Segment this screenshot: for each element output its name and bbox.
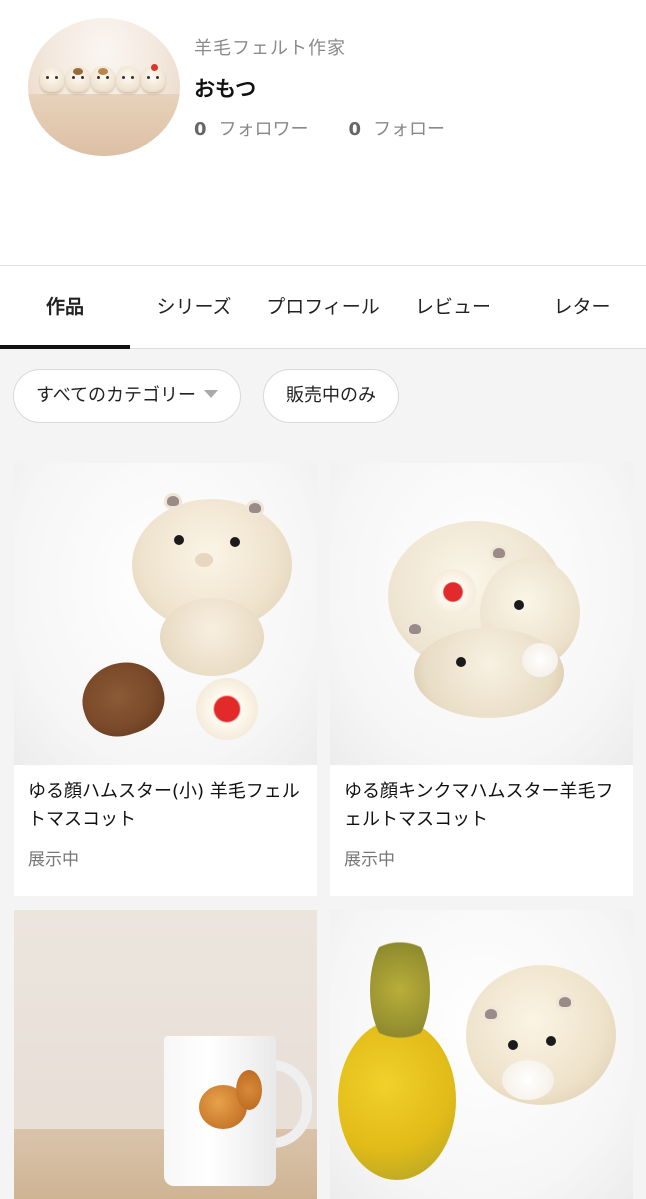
avatar-hamster-figure xyxy=(116,66,140,92)
profile-header: 羊毛フェルト作家 おもつ 0 フォロワー 0 フォロー xyxy=(0,0,646,265)
product-image[interactable] xyxy=(14,463,317,765)
profile-role: 羊毛フェルト作家 xyxy=(194,38,346,59)
product-card[interactable]: ゆる顔キンクマハムスター羊毛フェルトマスコット 展示中 xyxy=(330,463,633,896)
avatar-hamster-figure xyxy=(141,64,165,92)
profile-name: おもつ xyxy=(194,77,257,101)
profile-stats: 0 フォロワー 0 フォロー xyxy=(194,115,445,141)
product-image[interactable] xyxy=(330,910,633,1199)
followers-label: フォロワー xyxy=(218,119,309,140)
tab-series[interactable]: シリーズ xyxy=(130,266,258,348)
product-title[interactable]: ゆる顔ハムスター(小) 羊毛フェルトマスコット xyxy=(28,778,306,834)
tab-works[interactable]: 作品 xyxy=(0,266,130,348)
tab-letter[interactable]: レター xyxy=(518,266,646,348)
profile-tabs: 作品 シリーズ プロフィール レビュー レター xyxy=(0,265,646,349)
product-title[interactable]: ゆる顔キンクマハムスター羊毛フェルトマスコット xyxy=(344,778,622,834)
on-sale-filter-chip[interactable]: 販売中のみ xyxy=(263,369,399,423)
followers-count: 0 xyxy=(194,119,207,140)
active-tab-indicator xyxy=(0,345,130,349)
tab-reviews[interactable]: レビュー xyxy=(388,266,518,348)
avatar[interactable] xyxy=(28,18,180,156)
product-image[interactable] xyxy=(330,463,633,765)
on-sale-filter-label: 販売中のみ xyxy=(286,385,376,406)
caret-down-icon xyxy=(204,390,219,398)
product-image[interactable] xyxy=(14,910,317,1199)
product-status: 展示中 xyxy=(28,850,79,870)
product-card[interactable] xyxy=(14,910,317,1199)
following-count: 0 xyxy=(348,119,362,140)
product-status: 展示中 xyxy=(344,850,395,870)
category-filter-dropdown[interactable]: すべてのカテゴリー xyxy=(13,369,242,423)
category-filter-label: すべてのカテゴリー xyxy=(36,385,197,406)
avatar-hamster-figure xyxy=(66,66,90,92)
tab-profile[interactable]: プロフィール xyxy=(258,266,388,348)
avatar-hamster-figure xyxy=(40,66,64,92)
following-link[interactable]: 0 フォロー xyxy=(349,115,446,141)
product-card[interactable] xyxy=(330,910,633,1199)
followers-link[interactable]: 0 フォロワー xyxy=(194,115,309,141)
avatar-shelf xyxy=(28,94,180,156)
avatar-hamster-figure xyxy=(91,66,115,92)
following-label: フォロー xyxy=(373,119,446,140)
product-card[interactable]: ゆる顔ハムスター(小) 羊毛フェルトマスコット 展示中 xyxy=(14,463,317,896)
